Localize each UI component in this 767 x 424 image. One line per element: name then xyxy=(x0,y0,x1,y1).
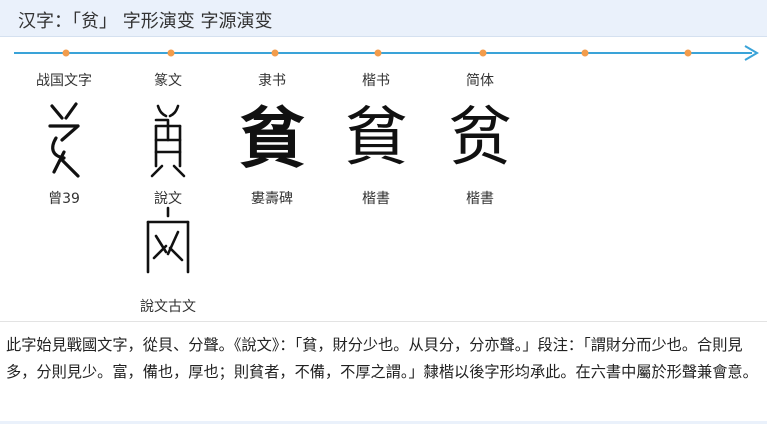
simplified-glyph: 贫 xyxy=(438,96,522,180)
evolution-column: 战国文字 曾39 xyxy=(22,70,106,208)
source-label: 曾39 xyxy=(48,191,80,207)
script-label: 简体 xyxy=(466,73,494,89)
warring-states-pin-glyph-icon xyxy=(48,102,80,178)
source-label: 說文古文 xyxy=(140,299,196,315)
ancient-script-column: 說文古文 xyxy=(126,202,210,316)
clerical-glyph: 貧 xyxy=(230,96,314,180)
ancient-script-glyph xyxy=(126,202,210,286)
source-label: 婁壽碑 xyxy=(251,191,293,207)
evolution-column: 篆文 說文 xyxy=(126,70,210,208)
description-text: 此字始見戰國文字，從貝、分聲。《說文》：「貧，財分少也。从貝分，分亦聲。」段注：… xyxy=(6,336,758,381)
script-label: 隶书 xyxy=(258,73,286,89)
source-label: 楷書 xyxy=(466,191,494,207)
seal-script-glyph xyxy=(126,96,210,180)
section-divider xyxy=(0,321,767,322)
ancient-script-pin-glyph-icon xyxy=(146,206,190,274)
clerical-pin-glyph-icon: 貧 xyxy=(239,99,305,177)
simplified-pin-glyph-icon: 贫 xyxy=(448,101,512,175)
regular-pin-glyph-icon: 貧 xyxy=(344,101,408,175)
script-label: 战国文字 xyxy=(36,73,92,89)
warring-states-glyph xyxy=(22,96,106,180)
source-label: 楷書 xyxy=(362,191,390,207)
seal-script-pin-glyph-icon xyxy=(150,104,186,178)
evolution-column: 隶书 貧 婁壽碑 xyxy=(230,70,314,208)
script-label: 篆文 xyxy=(154,73,182,89)
evolution-column: 简体 贫 楷書 xyxy=(438,70,522,208)
script-label: 楷书 xyxy=(362,73,390,89)
evolution-panel: 战国文字 曾39 篆文 說文 隶书 貧 婁壽碑 楷书 貧 楷書 简体 贫 楷書 … xyxy=(0,0,767,320)
regular-glyph: 貧 xyxy=(334,96,418,180)
evolution-column: 楷书 貧 楷書 xyxy=(334,70,418,208)
